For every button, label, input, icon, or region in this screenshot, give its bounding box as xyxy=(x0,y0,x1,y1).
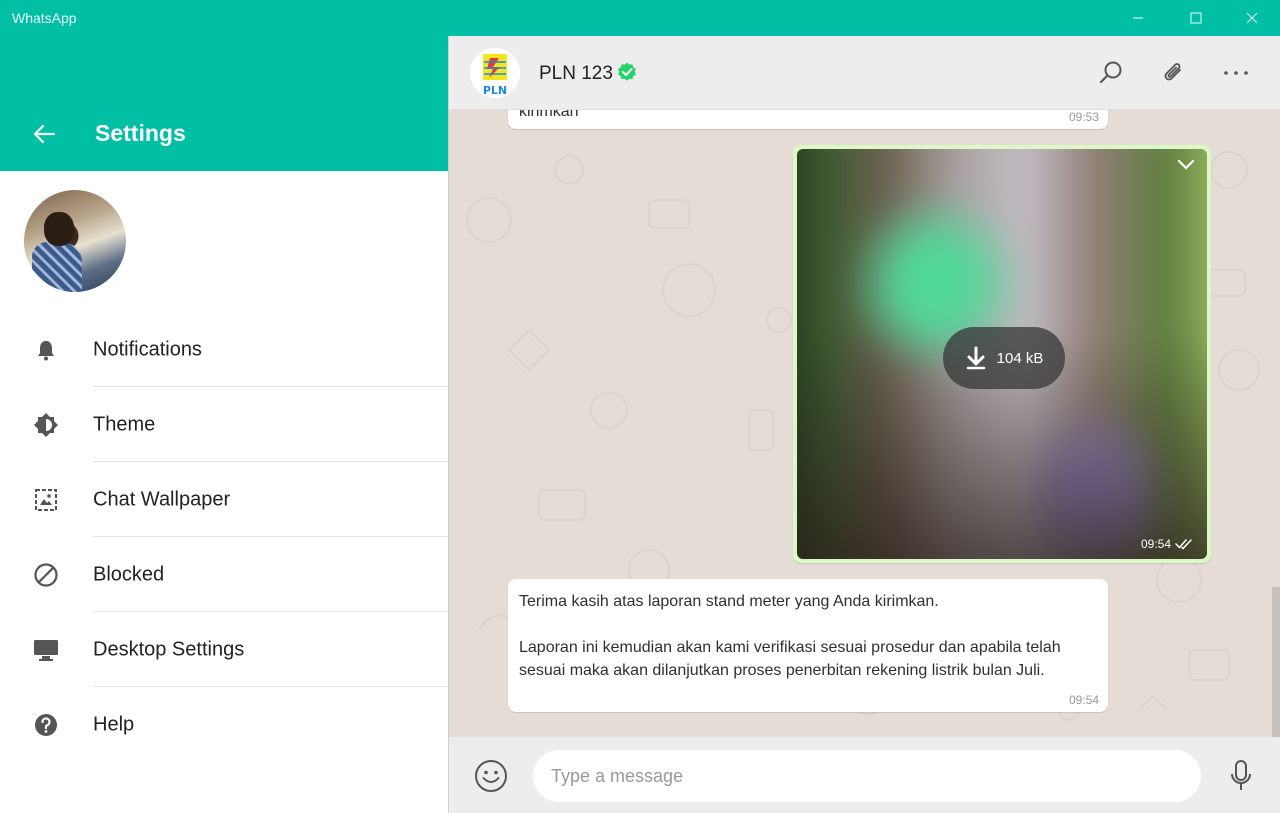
search-button[interactable] xyxy=(1094,56,1128,90)
menu-label: Chat Wallpaper xyxy=(93,488,231,510)
minimize-button[interactable] xyxy=(1110,0,1166,36)
chat-messages[interactable]: kirimkan 09:53 104 kB 09:54 Terima kasih… xyxy=(449,110,1280,737)
menu-item-theme[interactable]: Theme xyxy=(0,387,448,462)
settings-title: Settings xyxy=(95,120,186,146)
image-preview[interactable]: 104 kB 09:54 xyxy=(797,149,1207,559)
chat-header: PLN PLN 123 xyxy=(449,36,1280,110)
attach-button[interactable] xyxy=(1157,56,1191,90)
verified-badge-icon xyxy=(618,62,636,81)
message-time: 09:54 xyxy=(1068,693,1099,707)
paperclip-icon xyxy=(1164,63,1181,81)
emoji-button[interactable] xyxy=(474,759,508,793)
block-icon xyxy=(33,562,59,588)
download-icon xyxy=(966,346,985,370)
wallpaper-icon xyxy=(33,487,59,513)
close-icon xyxy=(1246,12,1258,24)
search-icon xyxy=(1099,61,1122,84)
image-meta: 09:54 xyxy=(1141,537,1193,551)
emoji-icon xyxy=(475,760,507,792)
pln-logo-text: PLN xyxy=(483,84,507,97)
chat-panel: PLN PLN 123 kirimkan 09:53 104 kB 09:54 … xyxy=(448,36,1280,813)
avatar-head xyxy=(44,212,74,246)
menu-label: Desktop Settings xyxy=(93,638,245,660)
download-button[interactable]: 104 kB xyxy=(943,327,1065,389)
menu-label: Theme xyxy=(93,413,156,435)
theme-icon xyxy=(33,412,59,438)
minimize-icon xyxy=(1133,17,1143,19)
menu-item-notifications[interactable]: Notifications xyxy=(0,312,448,387)
maximize-icon xyxy=(1190,12,1202,24)
more-options-button[interactable] xyxy=(1219,56,1253,90)
back-arrow-icon xyxy=(33,124,56,144)
microphone-icon xyxy=(1231,760,1251,790)
message-time: 09:53 xyxy=(1068,110,1099,124)
back-button[interactable] xyxy=(30,120,58,148)
voice-message-button[interactable] xyxy=(1227,759,1255,793)
message-text: kirimkan xyxy=(519,110,579,120)
message-text: Terima kasih atas laporan stand meter ya… xyxy=(519,593,1061,679)
menu-label: Help xyxy=(93,713,135,735)
close-button[interactable] xyxy=(1224,0,1280,36)
help-icon xyxy=(33,712,59,738)
app-title: WhatsApp xyxy=(12,10,77,26)
profile-avatar[interactable] xyxy=(24,190,126,292)
menu-item-desktop-settings[interactable]: Desktop Settings xyxy=(0,612,448,687)
message-image-out[interactable]: 104 kB 09:54 xyxy=(793,145,1211,563)
more-icon xyxy=(1224,71,1248,75)
avatar-shirt xyxy=(32,242,82,292)
compose-bar xyxy=(449,737,1280,813)
message-time: 09:54 xyxy=(1140,537,1171,551)
message-input[interactable] xyxy=(533,750,1201,802)
monitor-icon xyxy=(33,637,59,663)
message-bubble-in[interactable]: kirimkan 09:53 xyxy=(508,110,1108,129)
contact-avatar[interactable]: PLN xyxy=(470,48,520,98)
chevron-down-icon[interactable] xyxy=(1177,159,1195,171)
menu-item-chat-wallpaper[interactable]: Chat Wallpaper xyxy=(0,462,448,537)
title-bar: WhatsApp xyxy=(0,0,1280,36)
menu-item-blocked[interactable]: Blocked xyxy=(0,537,448,612)
menu-label: Notifications xyxy=(93,338,202,360)
bell-icon xyxy=(33,337,59,363)
message-bubble-in[interactable]: Terima kasih atas laporan stand meter ya… xyxy=(508,579,1108,712)
double-check-icon xyxy=(1175,539,1192,550)
menu-label: Blocked xyxy=(93,563,165,585)
menu-item-help[interactable]: Help xyxy=(0,687,448,762)
contact-name[interactable]: PLN 123 xyxy=(539,63,613,85)
scrollbar[interactable] xyxy=(1272,587,1280,737)
file-size: 104 kB xyxy=(996,349,1044,367)
maximize-button[interactable] xyxy=(1168,0,1224,36)
pln-logo: PLN xyxy=(483,54,507,97)
settings-header xyxy=(0,36,448,171)
